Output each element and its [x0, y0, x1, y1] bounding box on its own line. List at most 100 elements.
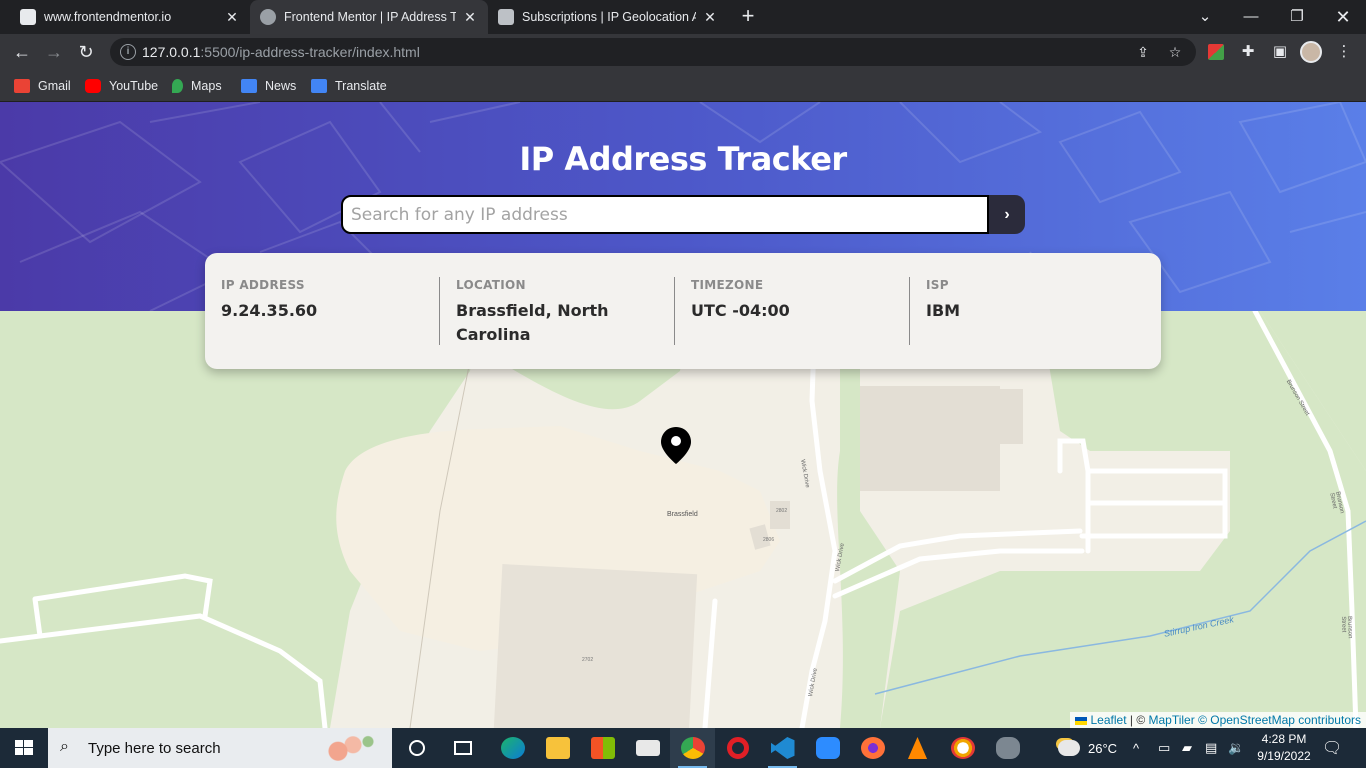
share-icon[interactable]: ⇪	[1134, 43, 1152, 61]
map-attribution: Leaflet | © MapTiler © OpenStreetMap con…	[1070, 712, 1366, 728]
clock-date: 9/19/2022	[1257, 749, 1311, 763]
isp-value: IBM	[926, 301, 961, 320]
location-panel: LOCATION Brassfield, North Carolina	[440, 253, 675, 369]
search-icon: ⌕	[60, 738, 69, 755]
street-label: Brunson Street	[1340, 616, 1353, 639]
ip-search-input[interactable]	[341, 195, 989, 234]
extensions-puzzle-icon[interactable]: ✚	[1238, 42, 1258, 62]
ukraine-flag-icon	[1075, 716, 1088, 725]
bookmark-label: News	[265, 79, 297, 93]
bookmark-star-icon[interactable]: ☆	[1166, 43, 1184, 61]
ip-address-panel: IP ADDRESS 9.24.35.60	[205, 253, 440, 369]
globe-favicon-icon	[260, 9, 276, 25]
search-submit-button[interactable]: ›	[989, 195, 1025, 234]
location-label: LOCATION	[456, 278, 526, 292]
bookmark-translate[interactable]: Translate	[311, 76, 387, 96]
map[interactable]: Brassfield Wick Drive Wick Drive Wick Dr…	[0, 311, 1366, 728]
show-hidden-icons-chevron-icon[interactable]: ^	[1133, 728, 1139, 768]
app-icon[interactable]	[985, 728, 1030, 768]
start-button[interactable]	[0, 728, 48, 768]
location-value: Brassfield, North Carolina	[456, 301, 609, 344]
microsoft-store-icon[interactable]	[580, 728, 625, 768]
task-view-icon[interactable]	[440, 728, 485, 768]
page-title: IP Address Tracker	[519, 140, 847, 178]
bookmark-gmail[interactable]: Gmail	[14, 76, 71, 96]
timezone-value: UTC -04:00	[691, 301, 790, 320]
opera-icon[interactable]	[715, 728, 760, 768]
restore-icon[interactable]: ❐	[1274, 4, 1320, 30]
tab-title: Subscriptions | IP Geolocation API	[522, 10, 696, 24]
url-text: 127.0.0.1:5500/ip-address-tracker/index.…	[142, 44, 420, 60]
close-window-icon[interactable]: ✕	[1320, 4, 1366, 30]
weather-cloud-icon	[1058, 740, 1080, 756]
tab-ip-tracker[interactable]: Frontend Mentor | IP Address Tracker ✕	[250, 0, 488, 34]
location-marker-icon[interactable]	[660, 427, 692, 465]
address-bar[interactable]: i 127.0.0.1:5500/ip-address-tracker/inde…	[110, 38, 1196, 66]
tab-frontendmentor[interactable]: www.frontendmentor.io ✕	[0, 0, 250, 34]
vlc-icon[interactable]	[895, 728, 940, 768]
brave-shield-icon[interactable]	[940, 728, 985, 768]
browser-toolbar: ← → ↻ i 127.0.0.1:5500/ip-address-tracke…	[0, 34, 1366, 70]
attribution-separator: | ©	[1126, 713, 1149, 727]
zoom-icon[interactable]	[805, 728, 850, 768]
bookmarks-bar: Gmail YouTube Maps News Translate	[0, 70, 1366, 102]
youtube-icon	[85, 79, 101, 93]
ip-address-label: IP ADDRESS	[221, 278, 305, 292]
windows-taskbar: ⌕ Type here to search 26°C ^ ▭ ▰ ▤ 🔉 4:2…	[0, 728, 1366, 768]
reload-icon[interactable]: ↻	[74, 40, 98, 64]
system-clock[interactable]: 4:28 PM 9/19/2022	[1254, 731, 1314, 765]
network-icon[interactable]: ▤	[1205, 728, 1217, 768]
tab-strip: www.frontendmentor.io ✕ Frontend Mentor …	[0, 0, 1366, 34]
tab-subscriptions[interactable]: Subscriptions | IP Geolocation API ✕	[488, 0, 728, 34]
profile-avatar[interactable]	[1300, 41, 1322, 63]
page-viewport: Brassfield Wick Drive Wick Drive Wick Dr…	[0, 102, 1366, 728]
cortana-icon[interactable]	[394, 728, 439, 768]
meet-now-icon[interactable]: ▭	[1158, 728, 1170, 768]
tab-search-chevron-icon[interactable]: ⌄	[1182, 4, 1228, 30]
taskbar-search-box[interactable]: ⌕ Type here to search	[48, 728, 392, 768]
kebab-menu-icon[interactable]: ⋮	[1334, 42, 1354, 62]
bookmark-youtube[interactable]: YouTube	[85, 76, 158, 96]
maps-pin-icon	[172, 79, 183, 93]
chevron-right-icon: ›	[1004, 206, 1010, 223]
side-panel-icon[interactable]: ▣	[1270, 42, 1290, 62]
isp-panel: ISP IBM	[910, 253, 1145, 369]
chrome-icon[interactable]	[670, 728, 715, 768]
ip-address-value: 9.24.35.60	[221, 301, 318, 320]
flowers-decoration-icon	[320, 732, 380, 764]
back-arrow-icon[interactable]: ←	[10, 40, 34, 64]
leaflet-link[interactable]: Leaflet	[1091, 713, 1127, 727]
close-tab-icon[interactable]: ✕	[462, 9, 478, 26]
new-tab-plus-icon[interactable]: +	[737, 4, 759, 30]
house-number: 2702	[582, 657, 594, 663]
edge-icon[interactable]	[490, 728, 535, 768]
weather-widget[interactable]: 26°C	[1058, 728, 1117, 768]
vscode-icon[interactable]	[760, 728, 805, 768]
tab-title: www.frontendmentor.io	[44, 10, 172, 24]
frontendmentor-favicon-icon	[20, 9, 36, 25]
firefox-icon[interactable]	[850, 728, 895, 768]
file-explorer-icon[interactable]	[535, 728, 580, 768]
ipgeolocation-favicon-icon	[498, 9, 514, 25]
notifications-icon[interactable]: 🗨	[1322, 728, 1342, 768]
maptiler-link[interactable]: MapTiler	[1149, 713, 1195, 727]
minimize-icon[interactable]: —	[1228, 4, 1274, 30]
close-tab-icon[interactable]: ✕	[702, 9, 718, 26]
bookmark-maps[interactable]: Maps	[172, 76, 222, 96]
translate-icon	[311, 79, 327, 93]
news-icon	[241, 79, 257, 93]
close-tab-icon[interactable]: ✕	[224, 9, 240, 26]
volume-icon[interactable]: 🔉	[1228, 728, 1244, 768]
timezone-label: TIMEZONE	[691, 278, 764, 292]
site-info-icon[interactable]: i	[120, 44, 136, 60]
isp-label: ISP	[926, 278, 949, 292]
forward-arrow-icon[interactable]: →	[42, 40, 66, 64]
tab-title: Frontend Mentor | IP Address Tracker	[284, 10, 456, 24]
mail-icon[interactable]	[625, 728, 670, 768]
osm-link[interactable]: © OpenStreetMap contributors	[1195, 713, 1361, 727]
extension-color-icon[interactable]	[1206, 42, 1226, 62]
battery-icon[interactable]: ▰	[1182, 728, 1192, 768]
bookmark-label: Gmail	[38, 79, 71, 93]
taskbar-search-placeholder: Type here to search	[88, 739, 221, 757]
bookmark-news[interactable]: News	[241, 76, 296, 96]
